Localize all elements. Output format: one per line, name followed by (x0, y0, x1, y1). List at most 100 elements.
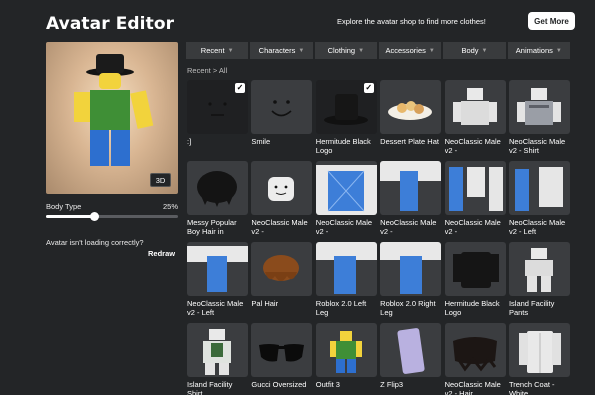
item-name: Messy Popular Boy Hair in (187, 218, 237, 236)
tab-clothing[interactable]: Clothing ▼ (314, 42, 377, 59)
item-card[interactable]: NeoClassic Male v2 - (251, 161, 313, 242)
chevron-down-icon: ▼ (555, 47, 562, 54)
item-thumbnail[interactable]: ✓ (187, 80, 248, 134)
item-name: NeoClassic Male v2 - Shirt (508, 137, 566, 155)
item-card[interactable]: Z Flip3 (380, 323, 442, 395)
3d-view-button[interactable]: 3D (150, 173, 171, 187)
item-card[interactable]: Smile (251, 80, 313, 161)
body-type-value: 25% (163, 202, 179, 211)
item-thumbnail[interactable]: ✓ (315, 80, 377, 134)
item-name: Z Flip3 (380, 380, 404, 389)
item-thumbnail[interactable] (315, 161, 377, 215)
tab-label: Accessories (385, 46, 426, 55)
item-thumbnail[interactable] (508, 323, 570, 377)
item-card[interactable]: NeoClassic Male v2 - (315, 161, 377, 242)
item-card[interactable]: NeoClassic Male v2 - Hair (444, 323, 506, 395)
item-card[interactable]: NeoClassic Male v2 - Left (508, 161, 570, 242)
avatar-preview[interactable]: 3D (46, 42, 178, 194)
item-card[interactable]: ✓:] (187, 80, 248, 161)
breadcrumb: Recent > All (187, 66, 227, 75)
tab-recent[interactable]: Recent ▼ (186, 42, 249, 59)
white-coat-icon (518, 331, 561, 373)
item-thumbnail[interactable] (444, 242, 506, 296)
item-thumbnail[interactable] (380, 80, 442, 134)
breadcrumb-parent[interactable]: Recent (187, 66, 211, 75)
body-type-slider[interactable] (46, 212, 178, 221)
item-name: Roblox 2.0 Right Leg (380, 299, 436, 317)
tab-label: Characters (258, 46, 296, 55)
item-thumbnail[interactable] (251, 323, 313, 377)
redraw-link[interactable]: Redraw (148, 249, 175, 258)
item-thumbnail[interactable] (251, 242, 313, 296)
item-name: NeoClassic Male v2 - (380, 218, 437, 236)
item-card[interactable]: Hermitude Black Logo (444, 242, 506, 323)
tab-body[interactable]: Body ▼ (443, 42, 506, 59)
arms-blue-icon (448, 167, 503, 211)
chevron-down-icon: ▼ (227, 47, 234, 54)
dessert-plate-icon (388, 101, 433, 120)
item-card[interactable]: Roblox 2.0 Left Leg (315, 242, 377, 323)
sunglasses-icon (259, 344, 305, 362)
item-card[interactable]: NeoClassic Male v2 - (380, 161, 442, 242)
item-card[interactable]: Island Facility Pants (508, 242, 570, 323)
item-card[interactable]: NeoClassic Male v2 - Shirt (508, 80, 570, 161)
item-name: Island Facility Pants (508, 299, 555, 317)
tab-label: Recent (200, 46, 225, 55)
chevron-down-icon: ▼ (481, 47, 488, 54)
item-card[interactable]: Messy Popular Boy Hair in (187, 161, 248, 242)
item-name: NeoClassic Male v2 - (251, 218, 308, 236)
item-thumbnail[interactable] (508, 242, 570, 296)
item-thumbnail[interactable] (315, 323, 377, 377)
item-thumbnail[interactable] (187, 161, 248, 215)
item-thumbnail[interactable] (315, 242, 377, 296)
item-name: NeoClassic Male v2 - (444, 218, 501, 236)
item-name: NeoClassic Male v2 - Left (187, 299, 244, 317)
item-card[interactable]: NeoClassic Male v2 - Left (187, 242, 248, 323)
pants-icon (524, 248, 553, 292)
item-card[interactable]: NeoClassic Male v2 - (444, 161, 506, 242)
item-card[interactable]: Gucci Oversized (251, 323, 313, 395)
body-type-slider-knob[interactable] (89, 212, 99, 221)
item-name: NeoClassic Male v2 - Hair (444, 380, 501, 395)
item-card[interactable]: Trench Coat - White (508, 323, 570, 395)
hair-dark-icon (452, 337, 497, 372)
item-card[interactable]: ✓ Hermitude Black Logo (315, 80, 377, 161)
item-thumbnail[interactable] (251, 161, 313, 215)
item-thumbnail[interactable] (380, 161, 442, 215)
item-thumbnail[interactable] (508, 161, 570, 215)
item-thumbnail[interactable] (508, 80, 570, 134)
torso-icon (452, 88, 497, 125)
checkmark-icon: ✓ (363, 83, 374, 93)
item-name: Outfit 3 (315, 380, 340, 389)
item-thumbnail[interactable] (187, 242, 248, 296)
item-card[interactable]: Pal Hair (251, 242, 313, 323)
item-name: NeoClassic Male v2 - Left (508, 218, 566, 236)
chevron-down-icon: ▼ (298, 47, 305, 54)
tab-animations[interactable]: Animations ▼ (507, 42, 570, 59)
item-card[interactable]: Outfit 3 (315, 323, 377, 395)
breadcrumb-separator: > (212, 66, 218, 75)
item-name: Island Facility Shirt (187, 380, 233, 395)
tab-accessories[interactable]: Accessories ▼ (378, 42, 442, 59)
item-thumbnail[interactable] (444, 161, 506, 215)
item-thumbnail[interactable] (444, 323, 506, 377)
head-icon (268, 177, 295, 201)
body-type-label: Body Type (46, 202, 82, 211)
arm-blue-left-icon (514, 167, 563, 211)
item-name: Smile (251, 137, 271, 146)
item-thumbnail[interactable] (187, 323, 248, 377)
tab-characters[interactable]: Characters ▼ (250, 42, 313, 59)
item-card[interactable]: Roblox 2.0 Right Leg (380, 242, 442, 323)
loading-question: Avatar isn't loading correctly? (46, 238, 144, 247)
item-thumbnail[interactable] (444, 80, 506, 134)
item-thumbnail[interactable] (380, 242, 442, 296)
item-card[interactable]: NeoClassic Male v2 - (444, 80, 506, 161)
chevron-down-icon: ▼ (428, 47, 435, 54)
item-card[interactable]: Dessert Plate Hat (380, 80, 442, 161)
item-name: Hermitude Black Logo (444, 299, 500, 317)
item-thumbnail[interactable] (380, 323, 442, 377)
leg-blue-icon (187, 246, 248, 292)
item-card[interactable]: Island Facility Shirt (187, 323, 248, 395)
item-thumbnail[interactable] (251, 80, 313, 134)
get-more-button[interactable]: Get More (528, 12, 575, 30)
